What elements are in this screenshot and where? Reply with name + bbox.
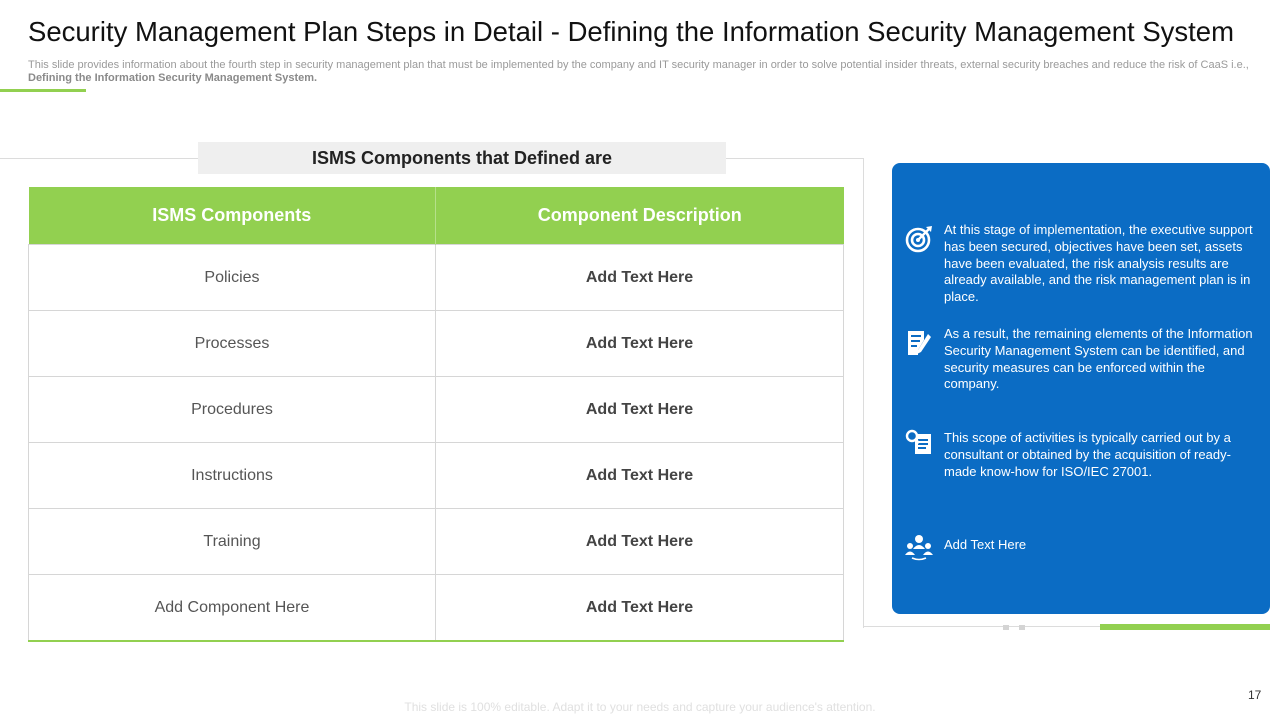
component-cell: Procedures xyxy=(28,376,436,443)
isms-components-table: ISMS Components Component Description Po… xyxy=(28,187,844,642)
decorative-dot xyxy=(1003,625,1009,630)
component-cell: Training xyxy=(28,508,436,575)
info-point-text: As a result, the remaining elements of t… xyxy=(944,326,1253,392)
team-icon xyxy=(904,531,934,561)
table-row: Procedures Add Text Here xyxy=(28,376,844,443)
table-row: Policies Add Text Here xyxy=(28,244,844,311)
component-cell: Instructions xyxy=(28,442,436,509)
table-row: Add Component Here Add Text Here xyxy=(28,574,844,642)
decorative-dot xyxy=(1019,625,1025,630)
table-row: Training Add Text Here xyxy=(28,508,844,575)
title-accent-bar xyxy=(0,89,86,92)
bottom-accent-bar xyxy=(1100,624,1270,630)
column-header-description: Component Description xyxy=(435,187,844,245)
subtitle-text: This slide provides information about th… xyxy=(28,59,1249,71)
description-cell: Add Text Here xyxy=(435,574,844,642)
subtitle-bold-text: Defining the Information Security Manage… xyxy=(28,72,318,84)
description-cell: Add Text Here xyxy=(435,442,844,509)
footer-note: This slide is 100% editable. Adapt it to… xyxy=(404,700,876,714)
document-search-icon xyxy=(904,428,934,458)
info-panel: At this stage of implementation, the exe… xyxy=(892,163,1270,614)
page-number: 17 xyxy=(1248,688,1262,702)
slide-subtitle: This slide provides information about th… xyxy=(28,59,1258,85)
table-row: Instructions Add Text Here xyxy=(28,442,844,509)
description-cell: Add Text Here xyxy=(435,310,844,377)
description-cell: Add Text Here xyxy=(435,376,844,443)
slide-title: Security Management Plan Steps in Detail… xyxy=(28,16,1234,47)
component-cell: Processes xyxy=(28,310,436,377)
target-icon xyxy=(904,224,934,254)
description-cell: Add Text Here xyxy=(435,508,844,575)
table-header-row: ISMS Components Component Description xyxy=(28,187,844,245)
component-cell: Policies xyxy=(28,244,436,311)
table-row: Processes Add Text Here xyxy=(28,310,844,377)
table-heading: ISMS Components that Defined are xyxy=(198,142,726,174)
column-header-components: ISMS Components xyxy=(28,187,436,245)
info-point-text: At this stage of implementation, the exe… xyxy=(944,222,1253,305)
info-point-text: This scope of activities is typically ca… xyxy=(944,430,1231,479)
description-cell: Add Text Here xyxy=(435,244,844,311)
info-point-text: Add Text Here xyxy=(944,537,1027,552)
document-edit-icon xyxy=(904,328,934,358)
component-cell: Add Component Here xyxy=(28,574,436,642)
